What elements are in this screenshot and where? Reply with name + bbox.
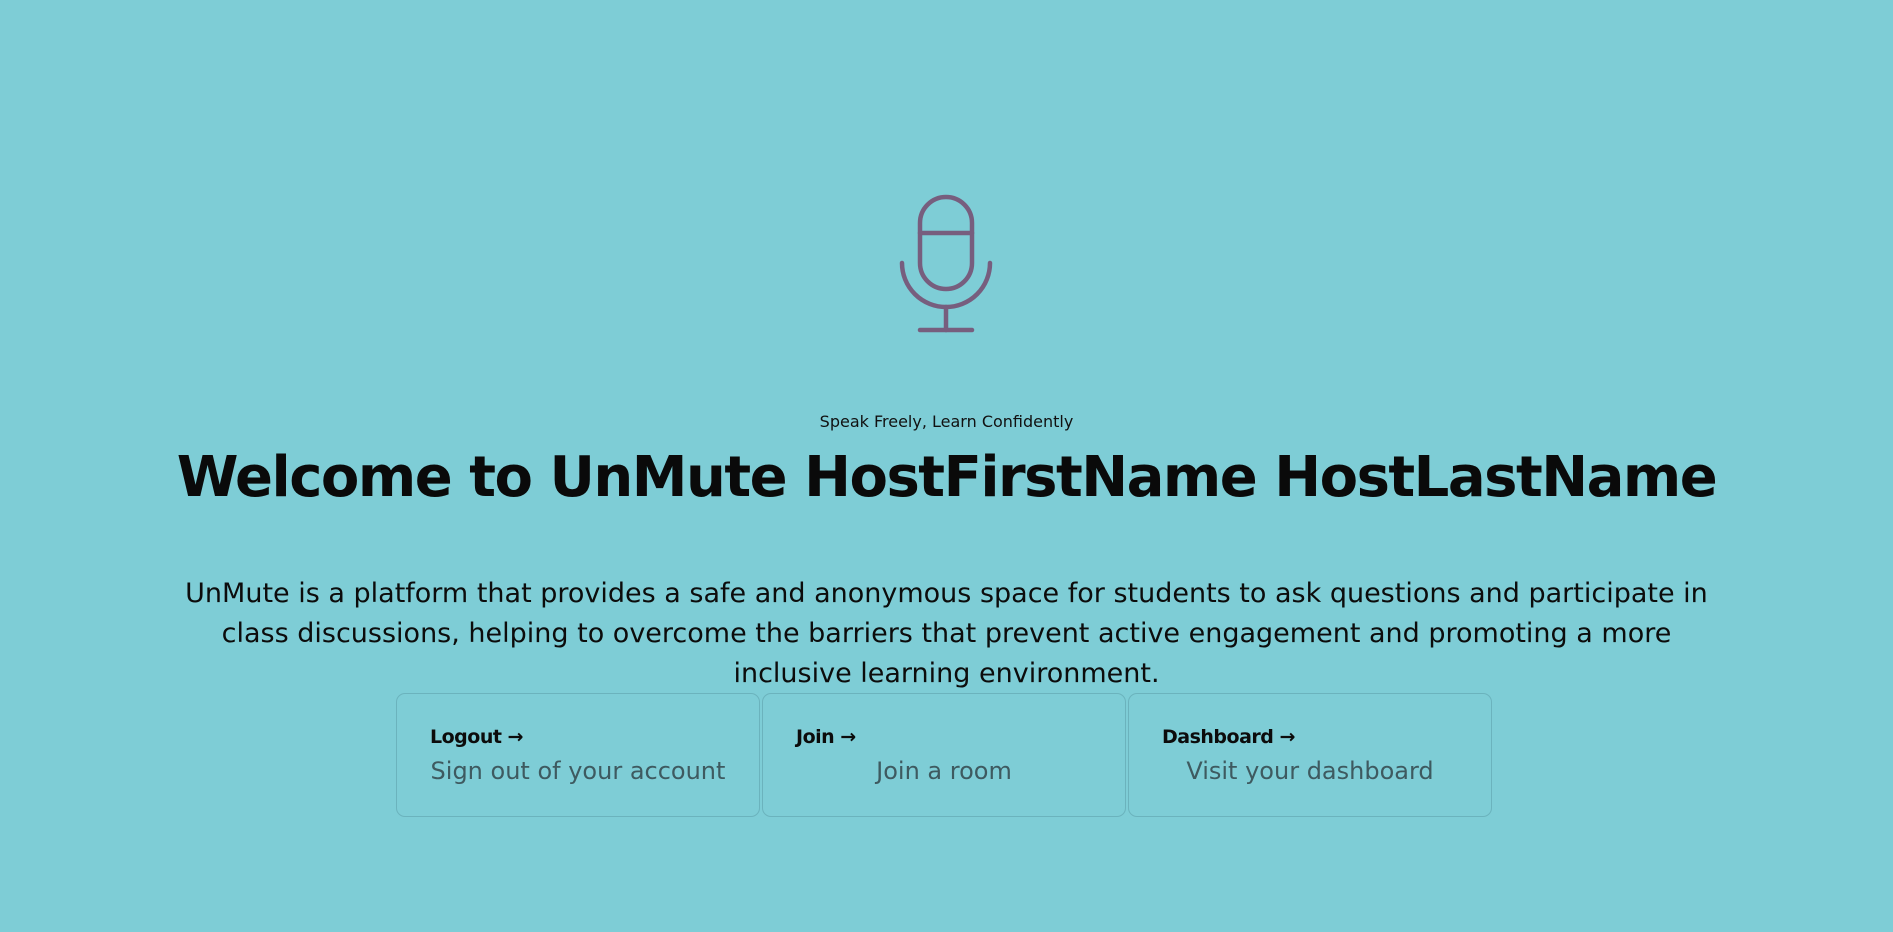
page-title: Welcome to UnMute HostFirstName HostLast… (176, 445, 1718, 510)
dashboard-card-title: Dashboard → (1162, 726, 1295, 748)
join-card-description: Join a room (876, 757, 1012, 785)
join-card-title: Join → (796, 726, 856, 748)
join-card[interactable]: Join → Join a room (762, 693, 1126, 817)
landing-page: Speak Freely, Learn Confidently Welcome … (0, 0, 1893, 932)
logout-card-title: Logout → (430, 726, 523, 748)
logout-card[interactable]: Logout → Sign out of your account (396, 693, 760, 817)
dashboard-card-description: Visit your dashboard (1186, 757, 1434, 785)
dashboard-card[interactable]: Dashboard → Visit your dashboard (1128, 693, 1492, 817)
platform-description: UnMute is a platform that provides a saf… (185, 578, 1708, 689)
action-cards: Logout → Sign out of your account Join →… (396, 693, 1492, 817)
logout-card-description: Sign out of your account (430, 757, 726, 785)
tagline: Speak Freely, Learn Confidently (819, 412, 1074, 431)
microphone-icon (896, 194, 996, 334)
